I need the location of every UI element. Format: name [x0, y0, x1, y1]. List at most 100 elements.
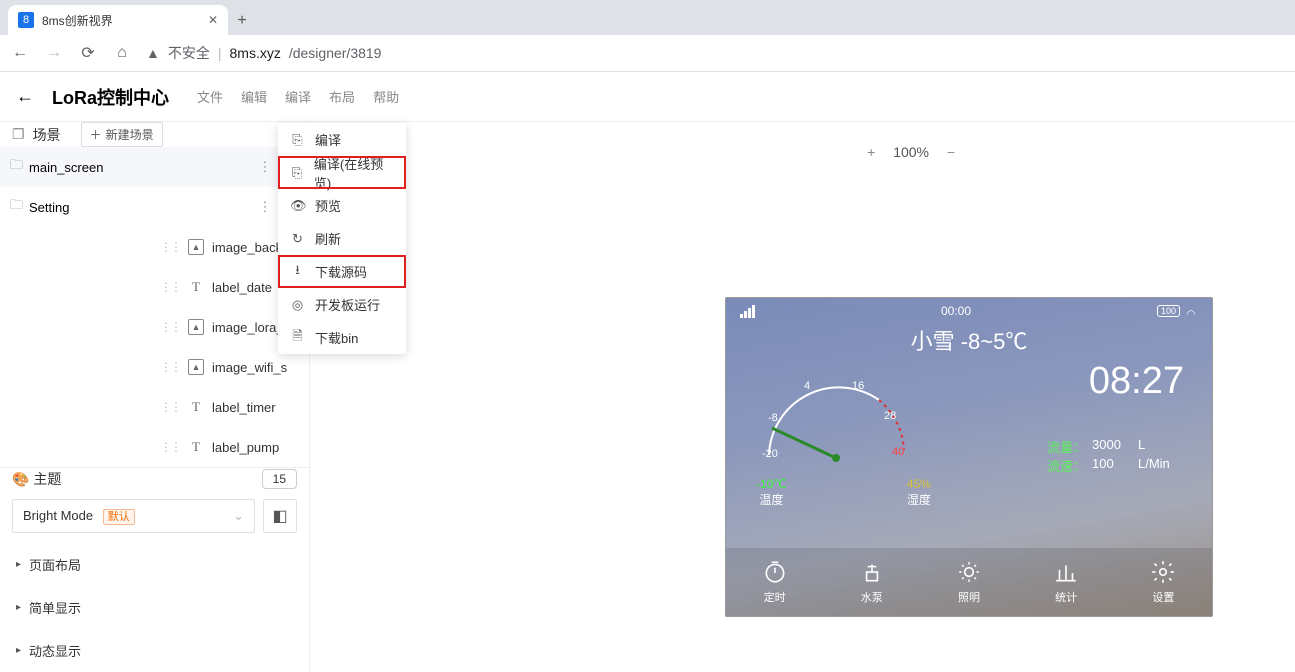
scene-row-main[interactable]: 🗀 main_screen ⋮ ⋮⋮: [0, 147, 309, 187]
folder-icon: 🗀: [10, 156, 23, 178]
eye-icon: 👁: [290, 198, 305, 214]
main-menu: 文件 编辑 编译 布局 帮助: [197, 87, 399, 106]
palette-icon: 🎨: [12, 471, 29, 487]
image-icon: ▲: [188, 239, 204, 255]
menu-item-compile-preview[interactable]: ⎘编译(在线预览): [278, 156, 406, 189]
image-icon: ▲: [188, 359, 204, 375]
back-button[interactable]: ←: [16, 86, 34, 107]
battery-icon: 100: [1157, 305, 1198, 317]
menu-edit[interactable]: 编辑: [241, 87, 267, 106]
component-row[interactable]: ⋮⋮Tlabel_pump: [0, 427, 309, 467]
theme-count[interactable]: 15: [262, 469, 297, 489]
menu-file[interactable]: 文件: [197, 87, 223, 106]
chip-icon: ◎: [290, 297, 305, 313]
list-icon[interactable]: [1151, 142, 1171, 162]
url-input[interactable]: ▲ 不安全 | 8ms.xyz/designer/3819: [146, 43, 1285, 63]
zoom-in-button[interactable]: +: [861, 142, 881, 162]
component-label: image_wifi_s: [212, 360, 287, 375]
tab-light[interactable]: 照明: [956, 559, 982, 605]
tab-pump[interactable]: 水泵: [859, 559, 885, 605]
drag-handle-icon[interactable]: ⋮⋮: [160, 240, 180, 254]
scene-label: Setting: [29, 200, 69, 215]
compile-icon: ⎘: [290, 165, 304, 181]
menu-item-download-bin[interactable]: 🗎下载bin: [278, 321, 406, 354]
section-page-layout[interactable]: 页面布局: [0, 543, 309, 586]
new-scene-button[interactable]: ＋ 新建场景: [81, 122, 163, 147]
component-row[interactable]: ⋮⋮ Tlabel_date: [0, 267, 309, 307]
status-time: 00:00: [941, 304, 971, 318]
device-tabbar: 定时 水泵 照明 统计 设置: [726, 548, 1212, 616]
drag-handle-icon[interactable]: ⋮⋮: [160, 440, 180, 454]
weather-text: 小雪 -8~5℃: [726, 324, 1212, 356]
default-tag: 默认: [103, 509, 135, 525]
component-label: label_timer: [212, 400, 276, 415]
url-security-label: 不安全: [168, 43, 210, 63]
menu-item-refresh[interactable]: ↻刷新: [278, 222, 406, 255]
component-label: label_date: [212, 280, 272, 295]
drag-handle-icon[interactable]: ⋮⋮: [160, 400, 180, 414]
menu-item-compile[interactable]: ⎘编译: [278, 123, 406, 156]
drag-handle-icon[interactable]: ⋮⋮: [160, 280, 180, 294]
refresh-icon: ↻: [290, 231, 305, 247]
redo-icon[interactable]: [1067, 142, 1087, 162]
project-title: LoRa控制中心: [52, 84, 169, 110]
tab-title: 8ms创新视界: [42, 12, 113, 29]
drag-handle-icon[interactable]: ⋮⋮: [160, 360, 180, 374]
theme-mode-value: Bright Mode: [23, 508, 93, 523]
image-icon: ▲: [188, 319, 204, 335]
component-row[interactable]: ⋮⋮ ▲ image_lora_: [0, 307, 309, 347]
align-icon[interactable]: [1109, 142, 1129, 162]
menu-item-download-source[interactable]: ⭳下载源码: [278, 255, 406, 288]
zoom-out-button[interactable]: −: [941, 142, 961, 162]
menu-help[interactable]: 帮助: [373, 87, 399, 106]
theme-section: 🎨 主题 15: [0, 467, 309, 489]
home-icon[interactable]: ⌂: [112, 44, 132, 62]
save-icon[interactable]: [983, 142, 1003, 162]
drag-handle-icon[interactable]: ⋮⋮: [160, 320, 180, 334]
component-label: label_pump: [212, 440, 279, 455]
export-icon[interactable]: [1193, 142, 1213, 162]
new-tab-button[interactable]: +: [228, 7, 256, 35]
theme-label: 主题: [33, 471, 61, 487]
scene-header-label: 场景: [33, 125, 61, 145]
left-panel: ❐ 场景 ＋ 新建场景 🗀 main_screen ⋮ ⋮⋮ 🗀 Setting…: [0, 122, 310, 672]
theme-mode-select[interactable]: Bright Mode 默认 ⌄: [12, 499, 255, 533]
undo-icon[interactable]: [1025, 142, 1045, 162]
component-row[interactable]: ⋮⋮ ▲ image_wifi_s: [0, 347, 309, 387]
device-preview[interactable]: 00:00 100 小雪 -8~5℃: [725, 297, 1213, 617]
component-row[interactable]: ⋮⋮▲image_back: [0, 227, 309, 267]
reload-icon[interactable]: ⟳: [78, 43, 98, 63]
menu-compile[interactable]: 编译: [285, 87, 311, 106]
copy-icon[interactable]: ❐: [12, 126, 25, 143]
app-header: ← LoRa控制中心 文件 编辑 编译 布局 帮助: [0, 72, 1295, 122]
scene-more-icon[interactable]: ⋮: [257, 159, 273, 175]
signal-icon: [740, 305, 755, 318]
menu-item-preview[interactable]: 👁预览: [278, 189, 406, 222]
component-row[interactable]: ⋮⋮Tlabel_timer: [0, 387, 309, 427]
add-theme-button[interactable]: ◧: [263, 499, 297, 533]
scene-more-icon[interactable]: ⋮: [257, 199, 273, 215]
menu-item-run-board[interactable]: ◎开发板运行: [278, 288, 406, 321]
browser-tab-strip: 8 8ms创新视界 ✕ +: [0, 0, 1295, 35]
compile-icon: ⎘: [290, 132, 305, 148]
compile-dropdown: ⎘编译 ⎘编译(在线预览) 👁预览 ↻刷新 ⭳下载源码 ◎开发板运行 🗎下载bi…: [278, 123, 406, 354]
download-icon[interactable]: [1235, 142, 1255, 162]
tab-stats[interactable]: 统计: [1053, 559, 1079, 605]
zoom-level: 100%: [893, 144, 929, 160]
text-icon: T: [188, 279, 204, 295]
browser-tab[interactable]: 8 8ms创新视界 ✕: [8, 5, 228, 35]
tab-settings[interactable]: 设置: [1150, 559, 1176, 605]
scene-label: main_screen: [29, 160, 103, 175]
address-bar: ← → ⟳ ⌂ ▲ 不安全 | 8ms.xyz/designer/3819: [0, 35, 1295, 72]
scene-row-setting[interactable]: 🗀 Setting ⋮ ⋮⋮: [0, 187, 309, 227]
menu-layout[interactable]: 布局: [329, 87, 355, 106]
close-tab-icon[interactable]: ✕: [208, 13, 218, 27]
download-icon: ⭳: [290, 261, 305, 283]
insecure-icon: ▲: [146, 45, 160, 61]
tab-timer[interactable]: 定时: [762, 559, 788, 605]
section-dynamic-display[interactable]: 动态显示: [0, 629, 309, 672]
nav-back-icon[interactable]: ←: [10, 44, 30, 62]
component-label: image_lora_: [212, 320, 284, 335]
nav-forward-icon: →: [44, 44, 64, 62]
section-simple-display[interactable]: 简单显示: [0, 586, 309, 629]
